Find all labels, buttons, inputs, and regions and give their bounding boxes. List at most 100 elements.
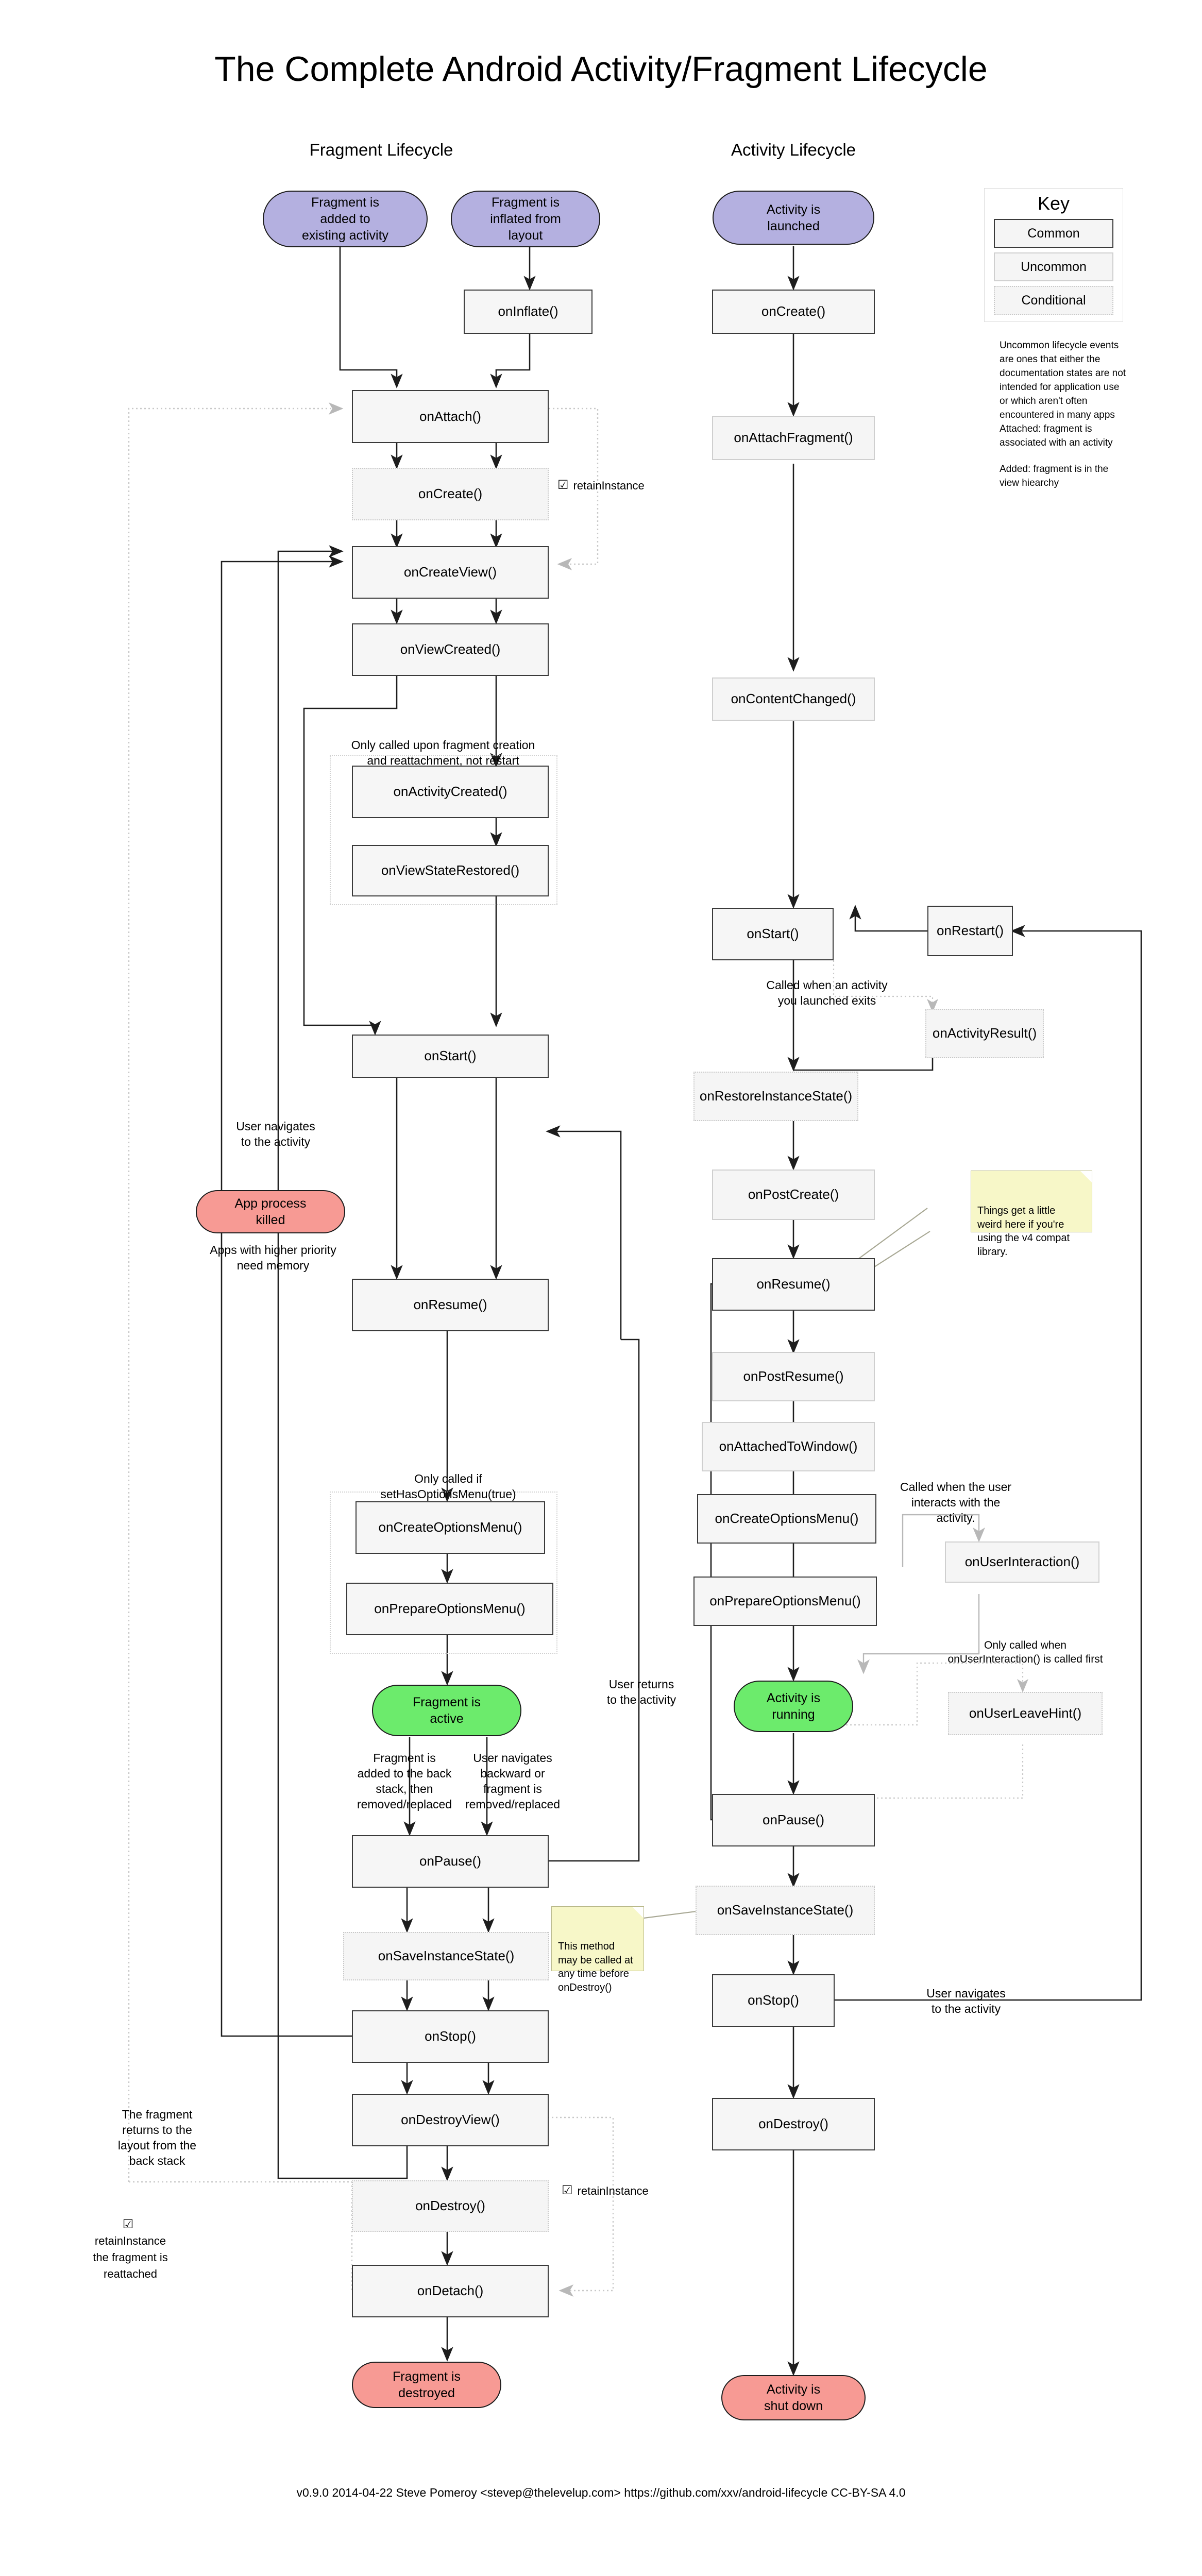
footer-attribution: v0.9.0 2014-04-22 Steve Pomeroy <stevep@… bbox=[296, 2486, 906, 2499]
label-only-called-when-user-interaction: Only called when onUserInteraction() is … bbox=[947, 1639, 1103, 1666]
label-only-called-if-sethasoptionsmenu: Only called if setHasOptionsMenu(true) bbox=[380, 1472, 516, 1501]
checkbox-checked-icon: ☑ bbox=[562, 2183, 573, 2197]
node-activity-is-running[interactable]: Activity is running bbox=[734, 1681, 853, 1732]
key-row-uncommon: Uncommon bbox=[994, 252, 1113, 281]
node-label: onAttach() bbox=[419, 408, 481, 424]
node-label: onDestroy() bbox=[758, 2116, 828, 2132]
node-fragment-on-create-options-menu[interactable]: onCreateOptionsMenu() bbox=[355, 1501, 545, 1554]
node-label: onViewCreated() bbox=[400, 641, 501, 657]
node-label: onCreate() bbox=[418, 486, 483, 502]
node-label: onStop() bbox=[425, 2028, 476, 2044]
key-row-conditional: Conditional bbox=[994, 286, 1113, 315]
checkbox-retain-instance-attach: ☑ retainInstance bbox=[557, 479, 645, 493]
node-label: onStart() bbox=[424, 1048, 477, 1064]
label-fragment-returns-layout: The fragment returns to the layout from … bbox=[117, 2108, 197, 2167]
node-fragment-is-active[interactable]: Fragment is active bbox=[372, 1685, 521, 1736]
checkbox-retain-instance-reattached: ☑ retainInstance the fragment is reattac… bbox=[76, 2200, 184, 2282]
node-fragment-on-resume[interactable]: onResume() bbox=[352, 1279, 549, 1331]
node-activity-on-content-changed[interactable]: onContentChanged() bbox=[712, 677, 875, 721]
label-called-when-activity-exits: Called when an activity you launched exi… bbox=[766, 978, 888, 1007]
node-activity-on-attached-to-window[interactable]: onAttachedToWindow() bbox=[702, 1422, 875, 1471]
node-activity-on-resume[interactable]: onResume() bbox=[712, 1258, 875, 1311]
node-activity-launched[interactable]: Activity is launched bbox=[713, 191, 874, 245]
node-activity-on-activity-result[interactable]: onActivityResult() bbox=[925, 1009, 1044, 1058]
sticky-text: Things get a little weird here if you're… bbox=[977, 1205, 1070, 1258]
node-label: onActivityCreated() bbox=[393, 784, 507, 800]
node-fragment-on-attach[interactable]: onAttach() bbox=[352, 390, 549, 443]
node-fragment-on-prepare-options-menu[interactable]: onPrepareOptionsMenu() bbox=[346, 1583, 553, 1635]
node-label: onCreateView() bbox=[403, 564, 497, 580]
node-activity-on-save-instance-state[interactable]: onSaveInstanceState() bbox=[696, 1886, 875, 1935]
node-label: onDetach() bbox=[417, 2283, 484, 2299]
node-fragment-on-create[interactable]: onCreate() bbox=[352, 468, 549, 520]
label-user-navigates-to-activity-fragment: User navigates to the activity bbox=[236, 1120, 315, 1148]
node-fragment-on-inflate[interactable]: onInflate() bbox=[464, 290, 592, 334]
node-fragment-on-detach[interactable]: onDetach() bbox=[352, 2265, 549, 2317]
node-label: Fragment is added to existing activity bbox=[301, 195, 389, 243]
key-note-added: Added: fragment is in the view hiearchy bbox=[1000, 464, 1109, 488]
node-activity-on-create[interactable]: onCreate() bbox=[712, 290, 875, 334]
node-label: onViewStateRestored() bbox=[381, 862, 520, 878]
node-fragment-on-save-instance-state[interactable]: onSaveInstanceState() bbox=[343, 1932, 549, 1980]
node-fragment-on-view-created[interactable]: onViewCreated() bbox=[352, 623, 549, 676]
node-activity-on-user-interaction[interactable]: onUserInteraction() bbox=[945, 1541, 1099, 1583]
node-fragment-on-create-view[interactable]: onCreateView() bbox=[352, 546, 549, 599]
node-activity-on-stop[interactable]: onStop() bbox=[712, 1974, 835, 2027]
node-activity-on-create-options-menu[interactable]: onCreateOptionsMenu() bbox=[697, 1494, 876, 1544]
node-fragment-destroyed[interactable]: Fragment is destroyed bbox=[352, 2362, 501, 2408]
node-fragment-on-destroy[interactable]: onDestroy() bbox=[352, 2180, 549, 2232]
node-activity-on-restart[interactable]: onRestart() bbox=[927, 906, 1013, 956]
node-label: onStart() bbox=[747, 926, 799, 942]
checkbox-checked-icon: ☑ bbox=[122, 2217, 134, 2231]
node-label: onPrepareOptionsMenu() bbox=[709, 1593, 861, 1609]
node-activity-on-pause[interactable]: onPause() bbox=[712, 1794, 875, 1846]
node-fragment-on-stop[interactable]: onStop() bbox=[352, 2010, 549, 2063]
key-legend: Key Common Uncommon Conditional bbox=[984, 188, 1123, 322]
node-label: onAttachFragment() bbox=[734, 430, 853, 446]
checkbox-retain-instance-destroy: ☑ retainInstance bbox=[562, 2184, 649, 2198]
node-fragment-on-view-state-restored[interactable]: onViewStateRestored() bbox=[352, 845, 549, 896]
node-label: onCreate() bbox=[761, 303, 826, 319]
node-activity-on-restore-instance-state[interactable]: onRestoreInstanceState() bbox=[693, 1072, 858, 1121]
node-activity-shut-down[interactable]: Activity is shut down bbox=[721, 2375, 866, 2420]
key-label-uncommon: Uncommon bbox=[1021, 259, 1087, 274]
node-label: onPause() bbox=[419, 1853, 481, 1869]
node-label: onPostCreate() bbox=[748, 1187, 839, 1202]
node-fragment-on-pause[interactable]: onPause() bbox=[352, 1835, 549, 1888]
label-fragment-added-backstack: Fragment is added to the back stack, the… bbox=[357, 1751, 452, 1811]
sticky-text: This method may be called at any time be… bbox=[558, 1941, 633, 1993]
node-label: onDestroy() bbox=[415, 2198, 485, 2214]
node-label: onCreateOptionsMenu() bbox=[378, 1519, 522, 1535]
node-label: onRestart() bbox=[936, 923, 1004, 939]
checkbox-checked-icon: ☑ bbox=[557, 478, 569, 492]
node-activity-on-start[interactable]: onStart() bbox=[712, 908, 834, 960]
key-label-conditional: Conditional bbox=[1021, 293, 1086, 308]
node-label: onPostResume() bbox=[743, 1368, 844, 1384]
node-label: Activity is running bbox=[766, 1691, 821, 1722]
node-label: Activity is shut down bbox=[764, 2382, 823, 2413]
node-fragment-on-destroy-view[interactable]: onDestroyView() bbox=[352, 2094, 549, 2146]
node-fragment-added-to-activity[interactable]: Fragment is added to existing activity bbox=[263, 191, 428, 247]
node-fragment-on-start[interactable]: onStart() bbox=[352, 1035, 549, 1078]
sticky-note-v4-compat: Things get a little weird here if you're… bbox=[971, 1171, 1092, 1258]
sticky-fold-icon bbox=[632, 1907, 644, 1918]
node-activity-on-post-create[interactable]: onPostCreate() bbox=[712, 1170, 875, 1220]
node-label: onActivityResult() bbox=[932, 1025, 1037, 1041]
label-user-navigates-to-activity-activity: User navigates to the activity bbox=[926, 1987, 1006, 2015]
node-app-process-killed[interactable]: App process killed bbox=[196, 1190, 345, 1233]
label-apps-higher-priority: Apps with higher priority need memory bbox=[210, 1243, 336, 1272]
checkbox-label: retainInstance bbox=[577, 2184, 649, 2197]
node-activity-on-user-leave-hint[interactable]: onUserLeaveHint() bbox=[948, 1692, 1103, 1735]
node-activity-on-destroy[interactable]: onDestroy() bbox=[712, 2098, 875, 2150]
node-fragment-inflated-from-layout[interactable]: Fragment is inflated from layout bbox=[451, 191, 600, 247]
node-fragment-on-activity-created[interactable]: onActivityCreated() bbox=[352, 766, 549, 818]
node-label: onContentChanged() bbox=[731, 691, 856, 707]
node-label: Fragment is inflated from layout bbox=[490, 195, 561, 243]
checkbox-label: retainInstance bbox=[573, 479, 645, 492]
node-activity-on-post-resume[interactable]: onPostResume() bbox=[712, 1352, 875, 1401]
node-activity-on-prepare-options-menu[interactable]: onPrepareOptionsMenu() bbox=[693, 1577, 877, 1626]
node-activity-on-attach-fragment[interactable]: onAttachFragment() bbox=[712, 416, 875, 460]
node-label: Fragment is destroyed bbox=[393, 2369, 461, 2400]
key-label-common: Common bbox=[1027, 226, 1080, 241]
label-only-called-upon-creation: Only called upon fragment creation and r… bbox=[351, 738, 535, 767]
